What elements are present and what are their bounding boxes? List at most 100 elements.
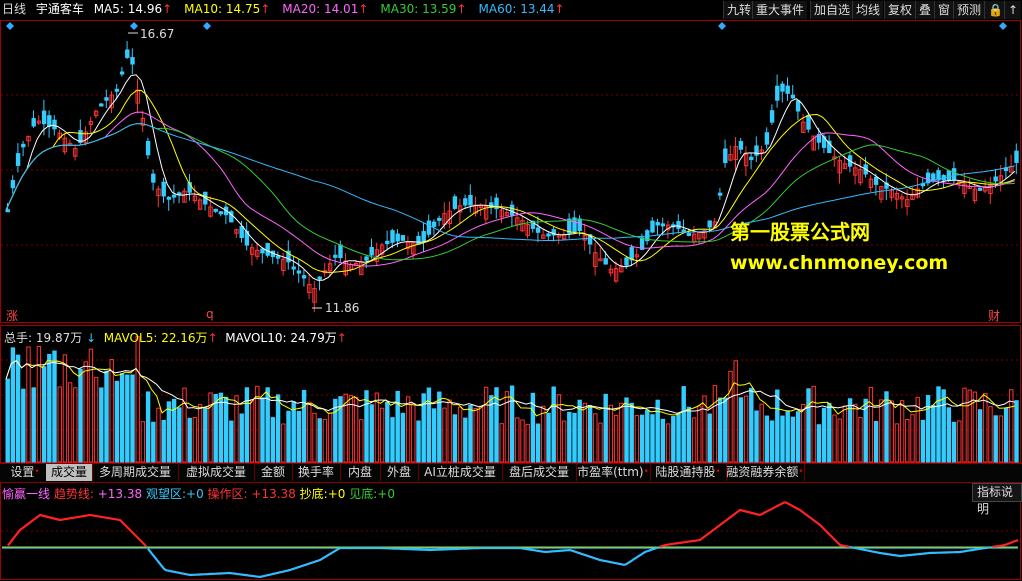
volume-bar (52, 350, 57, 463)
indicator-tab[interactable]: 虚拟成交量 (178, 464, 255, 481)
volume-bar (572, 412, 577, 463)
volume-bar (858, 417, 863, 463)
volume-bar (452, 414, 458, 463)
indicator-tab[interactable]: 金额 (254, 464, 293, 481)
indicator-help-button[interactable]: 指标说明 (972, 483, 1022, 516)
volume-bar (764, 415, 770, 463)
candle-body (676, 221, 681, 229)
indicator-tab[interactable]: 设置• (4, 464, 47, 481)
mavol5-value: 22.16万 (161, 331, 208, 345)
volume-bar (374, 392, 380, 463)
indicator-tab[interactable]: 融资融券余额• (726, 464, 805, 481)
indicator-tab[interactable]: 多周期成交量 (92, 464, 179, 481)
volume-bar (619, 402, 624, 463)
volume-bar (192, 417, 198, 463)
volume-bar (769, 420, 775, 463)
volume-bar (962, 387, 967, 463)
volume-bar (47, 353, 52, 463)
candle-body (41, 110, 47, 125)
candle-body (660, 223, 666, 227)
volume-bar (811, 385, 816, 463)
volume-bar (697, 405, 702, 463)
candle-body (806, 115, 811, 130)
candle-body (119, 71, 125, 75)
volume-bar (1014, 400, 1019, 463)
volume-bar (801, 403, 806, 463)
indicator-tab[interactable]: 市盈率(ttm)• (576, 464, 651, 481)
volume-bar (156, 407, 161, 463)
volume-bar (489, 395, 494, 463)
operate-zone-line (659, 501, 851, 549)
candle-body (749, 156, 754, 161)
volume-bar (244, 387, 250, 463)
volume-bar (551, 386, 556, 463)
volume-bar (119, 373, 125, 463)
volume-bar (359, 419, 364, 463)
volume-bar (681, 386, 686, 463)
candle-body (291, 266, 296, 270)
volume-bar (57, 386, 62, 463)
candle-body (301, 275, 307, 279)
candle-body (780, 83, 785, 92)
candle-body (130, 57, 135, 65)
volume-bar (468, 404, 473, 463)
candle-body (873, 176, 879, 185)
indicator-tab[interactable]: 换手率 (292, 464, 341, 481)
candle-body (171, 194, 177, 198)
indicator-tab[interactable]: 成交量 (46, 464, 93, 481)
volume-bar (405, 396, 411, 463)
volume-bar (561, 420, 567, 463)
candle-body (104, 97, 109, 101)
volume-bar (145, 391, 151, 463)
high-price-label: 16.67 (140, 27, 175, 41)
volume-bar (582, 402, 588, 463)
event-marker[interactable]: q (206, 307, 214, 321)
volume-arrow: ↓ (86, 331, 97, 345)
volume-bar (541, 405, 546, 463)
watermark-url: www.chnmoney.com (730, 252, 949, 274)
volume-bar (889, 400, 894, 463)
limit-up-marker[interactable]: 涨 (6, 307, 18, 324)
volume-bar (925, 395, 931, 463)
volume-bar (567, 411, 572, 463)
candle-body (395, 233, 400, 242)
volume-bar (842, 405, 848, 463)
volume-bar (385, 401, 390, 463)
volume-bar (868, 386, 874, 463)
volume-bar (416, 420, 421, 463)
volume-bar (218, 392, 224, 463)
indicator-tab[interactable]: 陆股通持股• (650, 464, 727, 481)
candle-body (426, 220, 432, 235)
finance-marker[interactable]: 财 (988, 307, 1000, 324)
candle-body (775, 85, 780, 101)
volume-bar (593, 413, 598, 463)
volume-bar (473, 408, 478, 463)
volume-bar (411, 403, 416, 463)
volume-bar (515, 417, 520, 463)
volume-bar (478, 405, 484, 463)
volume-bar (239, 413, 244, 463)
indicator-tab[interactable]: AI立桩成交量 (418, 464, 503, 481)
volume-bar (837, 418, 842, 463)
event-diamond-icon (6, 22, 14, 30)
volume-bar (853, 403, 858, 463)
volume-bar (369, 404, 374, 463)
candle-body (10, 180, 16, 189)
volume-bar (83, 361, 88, 463)
indicator-tab[interactable]: 内盘 (340, 464, 381, 481)
volume-bar (827, 402, 832, 463)
volume-bar (832, 414, 837, 463)
volume-bar (723, 397, 728, 463)
volume-bar (130, 374, 135, 463)
see-bottom-label: 见底: (349, 487, 378, 501)
indicator-tab[interactable]: 盘后成交量 (502, 464, 577, 481)
volume-bar (645, 409, 650, 463)
volume-bar (151, 421, 156, 463)
trend-value: +13.38 (97, 487, 143, 501)
volume-bar (743, 395, 749, 463)
volume-bar (260, 397, 265, 463)
candle-body (385, 240, 390, 245)
indicator-tab[interactable]: 外盘 (380, 464, 419, 481)
volume-bar (795, 411, 801, 463)
candle-body (707, 220, 712, 228)
